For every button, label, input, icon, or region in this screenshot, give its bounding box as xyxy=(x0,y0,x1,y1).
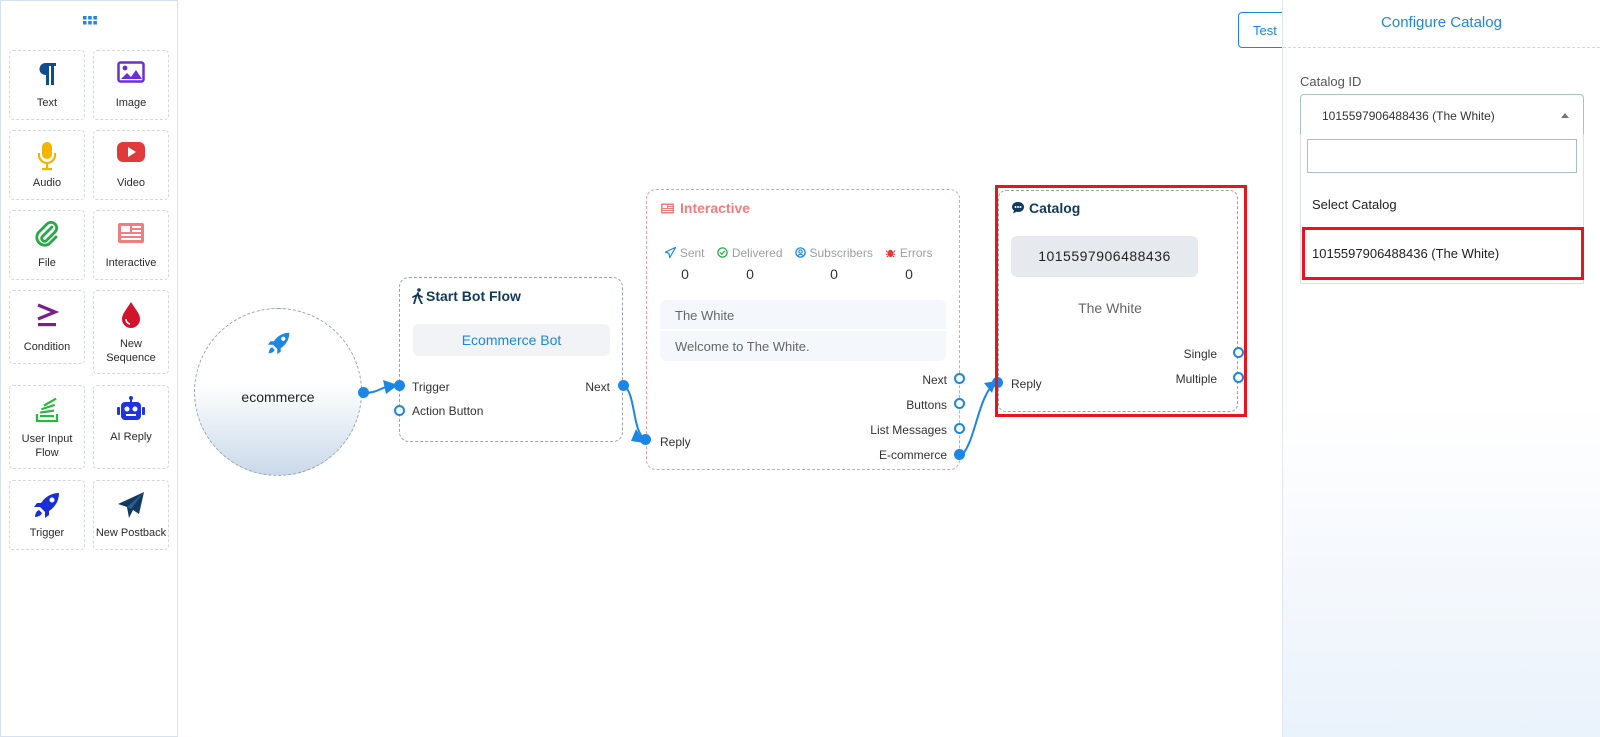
output-ecommerce-label: E-commerce xyxy=(878,448,947,462)
flow-builder: Text Image Audio Video File Interactive … xyxy=(0,0,1600,737)
output-list-messages-label: List Messages xyxy=(870,423,947,437)
stat-errors: Errors 0 xyxy=(879,246,939,282)
check-circle-icon xyxy=(717,247,729,258)
bug-icon xyxy=(886,249,896,258)
user-circle-icon xyxy=(795,247,806,258)
action-button-port-label: Action Button xyxy=(412,404,484,418)
output-buttons-label: Buttons xyxy=(906,398,947,412)
walking-icon xyxy=(412,288,423,304)
header-text-box: The White xyxy=(660,300,946,329)
interactive-buttons-output-port[interactable] xyxy=(954,398,965,409)
option-highlight xyxy=(1302,227,1584,280)
send-icon xyxy=(664,246,678,260)
selected-value: 1015597906488436 (The White) xyxy=(1322,109,1495,123)
trigger-output-port[interactable] xyxy=(358,387,369,398)
catalog-id-label: Catalog ID xyxy=(1300,74,1362,89)
catalog-search-input[interactable] xyxy=(1307,139,1577,173)
stat-sent: Sent 0 xyxy=(660,246,710,282)
rocket-icon xyxy=(267,332,290,355)
option-select-catalog[interactable]: Select Catalog xyxy=(1312,197,1397,212)
configure-catalog-panel: Configure Catalog Catalog ID 10155979064… xyxy=(1282,0,1600,737)
caret-up-icon xyxy=(1561,113,1569,118)
next-port-label: Next xyxy=(585,380,610,394)
start-next-output-port[interactable] xyxy=(618,380,629,391)
bot-name-pill: Ecommerce Bot xyxy=(413,324,610,356)
newspaper-icon xyxy=(661,203,674,214)
start-bot-flow-node[interactable]: Start Bot Flow Ecommerce Bot Trigger Act… xyxy=(399,277,623,442)
node-title: Interactive xyxy=(680,200,751,216)
panel-divider xyxy=(1283,47,1600,48)
trigger-port-label: Trigger xyxy=(412,380,450,394)
node-title: Start Bot Flow xyxy=(426,288,521,304)
interactive-list-output-port[interactable] xyxy=(954,423,965,434)
start-action-input-port[interactable] xyxy=(394,405,405,416)
trigger-label: ecommerce xyxy=(241,389,315,405)
reply-port-label: Reply xyxy=(660,435,691,449)
body-text-box: Welcome to The White. xyxy=(660,331,946,361)
panel-title: Configure Catalog xyxy=(1381,14,1502,31)
interactive-reply-input-port[interactable] xyxy=(640,434,651,445)
output-next-label: Next xyxy=(922,373,947,387)
catalog-id-select[interactable]: 1015597906488436 (The White) xyxy=(1300,94,1584,134)
trigger-node[interactable]: ecommerce xyxy=(194,308,362,476)
interactive-node[interactable]: Interactive Sent 0 Delivered 0 Subscribe… xyxy=(646,189,960,470)
interactive-next-output-port[interactable] xyxy=(954,373,965,384)
stat-delivered: Delivered 0 xyxy=(714,246,786,282)
connection-interactive-catalog xyxy=(961,381,997,456)
connection-start-interactive xyxy=(623,384,646,441)
interactive-ecommerce-output-port[interactable] xyxy=(954,449,965,460)
start-trigger-input-port[interactable] xyxy=(394,380,405,391)
stat-subscribers: Subscribers 0 xyxy=(789,246,879,282)
catalog-node-highlight xyxy=(995,185,1247,417)
